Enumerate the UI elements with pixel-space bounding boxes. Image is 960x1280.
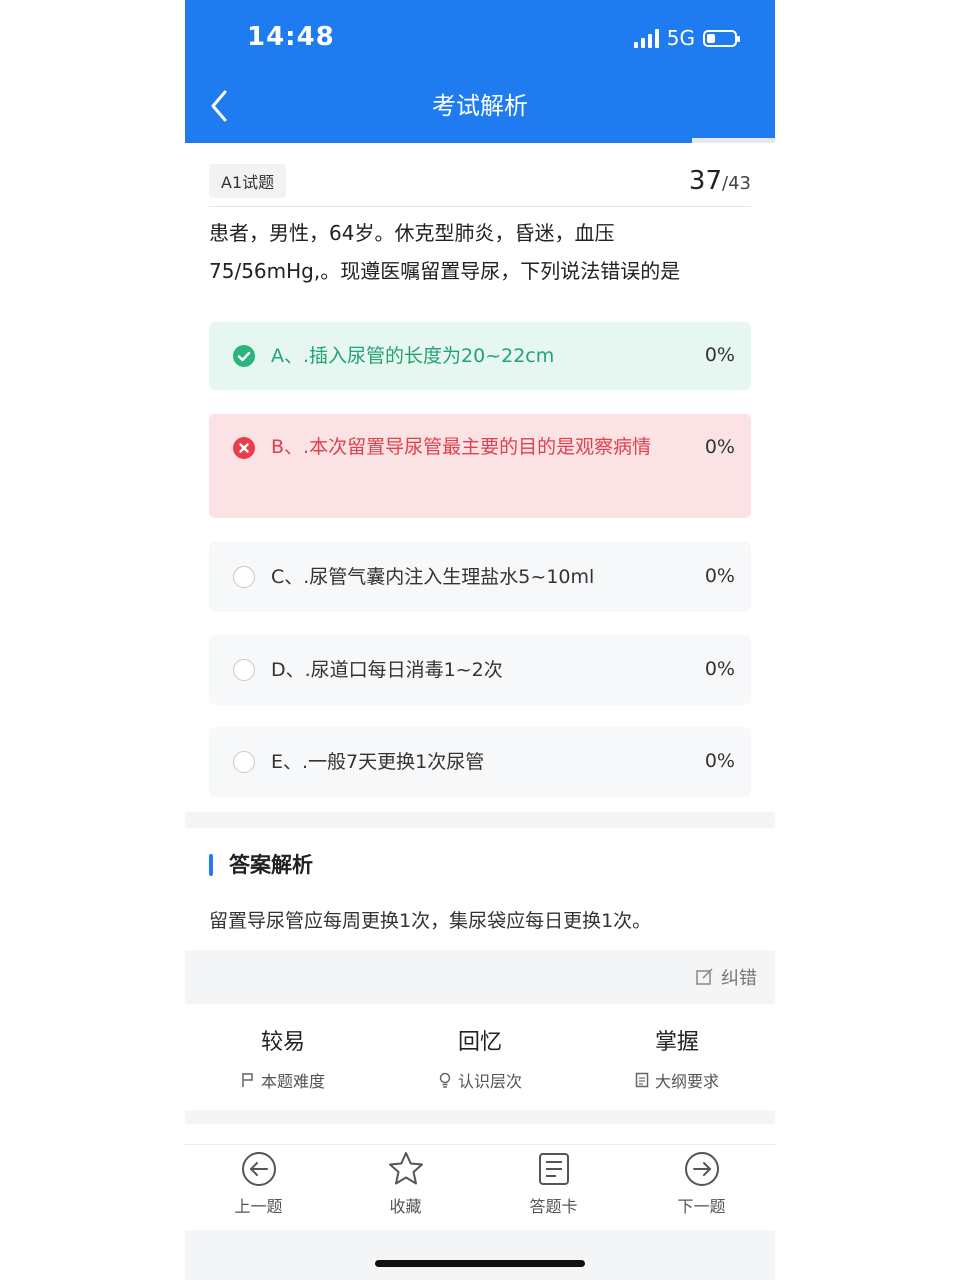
next-question-tab[interactable]: 下一题 <box>628 1151 775 1217</box>
option-percent: 0% <box>704 750 735 772</box>
syllabus-label: 大纲要求 <box>654 1072 719 1091</box>
bulb-icon <box>439 1072 451 1088</box>
next-question-label: 下一题 <box>677 1197 726 1216</box>
status-indicators: 5G <box>633 26 740 50</box>
option-text: A、.插入尿管的长度为20~22cm <box>271 345 555 367</box>
radio-circle-icon <box>233 566 255 588</box>
radio-circle-icon <box>233 751 255 773</box>
header: 14:48 5G 考试解析 <box>185 0 775 138</box>
radio-circle-icon <box>233 659 255 681</box>
report-error-button[interactable]: 纠错 <box>695 964 757 990</box>
option-percent: 0% <box>704 344 735 366</box>
report-error-bar: 纠错 <box>185 950 775 1004</box>
option-text: E、.一般7天更换1次尿管 <box>271 751 485 773</box>
arrow-left-circle-icon <box>241 1152 276 1186</box>
section-divider <box>185 812 775 828</box>
question-counter: 37/43 <box>689 166 751 196</box>
favorite-tab[interactable]: 收藏 <box>332 1151 479 1217</box>
report-error-label: 纠错 <box>721 968 757 989</box>
answer-card-tab[interactable]: 答题卡 <box>480 1151 627 1217</box>
option-percent: 0% <box>704 658 735 680</box>
option-percent: 0% <box>704 436 735 458</box>
syllabus-info: 掌握 大纲要求 <box>579 1024 775 1092</box>
home-indicator[interactable] <box>375 1260 585 1267</box>
option-text: D、.尿道口每日消毒1~2次 <box>271 659 503 681</box>
progress-bar <box>185 138 775 143</box>
document-icon <box>635 1072 649 1088</box>
cognitive-level-value: 回忆 <box>457 1030 502 1055</box>
question-total: 43 <box>728 173 751 194</box>
question-stem-line: 75/56mHg,。现遵医嘱留置导尿，下列说法错误的是 <box>209 259 681 283</box>
analysis-title: 答案解析 <box>229 853 313 877</box>
option-e[interactable]: E、.一般7天更换1次尿管 0% <box>209 727 751 797</box>
option-a[interactable]: A、.插入尿管的长度为20~22cm 0% <box>209 322 751 390</box>
prev-question-label: 上一题 <box>234 1197 283 1216</box>
difficulty-label: 本题难度 <box>260 1072 325 1091</box>
question-stem-line: 患者，男性，64岁。休克型肺炎，昏迷，血压 <box>209 221 615 245</box>
star-icon <box>388 1152 423 1185</box>
question-stem: 患者，男性，64岁。休克型肺炎，昏迷，血压 75/56mHg,。现遵医嘱留置导尿… <box>209 214 751 290</box>
question-current: 37 <box>688 166 723 196</box>
network-type: 5G <box>666 26 695 50</box>
option-c[interactable]: C、.尿管气囊内注入生理盐水5~10ml 0% <box>209 542 751 612</box>
signal-icon <box>633 28 659 48</box>
bottom-tab-bar: 上一题 收藏 答题卡 下一题 <box>185 1144 775 1231</box>
cross-circle-icon <box>233 437 255 459</box>
analysis-text: 留置导尿管应每周更换1次，集尿袋应每日更换1次。 <box>209 910 652 932</box>
answer-card-label: 答题卡 <box>529 1197 578 1216</box>
difficulty-info: 较易 本题难度 <box>185 1024 381 1092</box>
answer-card-icon <box>538 1153 569 1185</box>
page-title: 考试解析 <box>432 92 528 120</box>
difficulty-value: 较易 <box>260 1030 305 1055</box>
syllabus-value: 掌握 <box>654 1030 699 1055</box>
edit-icon <box>696 968 713 985</box>
progress-fill <box>185 138 693 143</box>
question-header: A1试题 37/43 <box>209 160 751 207</box>
cognitive-level-label: 认识层次 <box>457 1072 522 1091</box>
option-b[interactable]: B、.本次留置导尿管最主要的目的是观察病情 0% <box>209 414 751 518</box>
section-divider <box>185 1110 775 1124</box>
cognitive-level-info: 回忆 认识层次 <box>382 1024 578 1092</box>
option-percent: 0% <box>704 565 735 587</box>
status-time: 14:48 <box>247 22 335 52</box>
flag-icon <box>242 1073 253 1087</box>
battery-icon <box>703 29 740 47</box>
app-screen: 14:48 5G 考试解析 A1试题 37/43 患者，男性，64岁。休克型肺炎… <box>185 0 775 1280</box>
favorite-label: 收藏 <box>389 1197 422 1216</box>
prev-question-tab[interactable]: 上一题 <box>185 1151 332 1217</box>
check-circle-icon <box>233 345 255 367</box>
option-text: C、.尿管气囊内注入生理盐水5~10ml <box>271 566 595 588</box>
home-indicator-area <box>185 1230 775 1280</box>
option-d[interactable]: D、.尿道口每日消毒1~2次 0% <box>209 635 751 705</box>
section-accent-bar <box>209 854 213 876</box>
question-type-badge: A1试题 <box>209 164 287 198</box>
arrow-right-circle-icon <box>684 1152 719 1186</box>
option-text: B、.本次留置导尿管最主要的目的是观察病情 <box>271 436 652 458</box>
